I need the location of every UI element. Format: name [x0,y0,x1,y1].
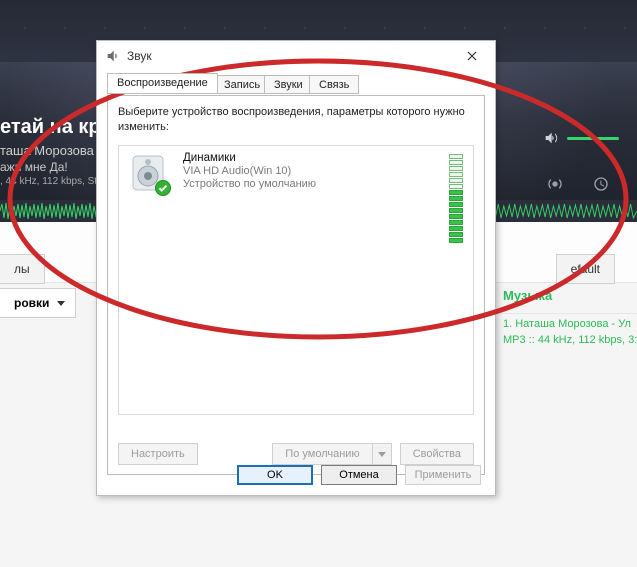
clock-icon[interactable] [593,176,609,192]
device-default-label: Устройство по умолчанию [183,178,449,190]
toolbar-files-button[interactable]: лы [0,254,45,284]
caret-down-icon [57,301,65,306]
player-controls-right [543,130,619,146]
level-meter [449,154,463,243]
toolbar-left-group: лы [0,254,45,284]
level-segment [449,190,463,195]
device-name: Динамики [183,152,449,164]
device-list[interactable]: Динамики VIA HD Audio(Win 10) Устройство… [118,145,474,415]
playlist-item-meta: MP3 :: 44 kHz, 112 kbps, 3: [497,330,637,346]
sort-button-label: ровки [14,296,49,310]
tab-communications[interactable]: Связь [309,75,359,94]
playlist-heading: Музыка [497,282,637,314]
dialog-title: Звук [127,49,455,63]
speaker-icon [105,48,121,64]
screenshot-stage: етай на крыл... таша Морозова ажи мне Да… [0,0,637,567]
toolbar-right-group: efault [556,254,615,284]
dialog-button-row: OK Отмена Применить [237,465,481,485]
playlist-panel: Музыка 1. Наташа Морозова - Ул MP3 :: 44… [497,282,637,346]
level-segment [449,160,463,165]
waveform-left[interactable] [0,200,100,222]
volume-control[interactable] [543,130,619,146]
player-secondary-icons [547,176,609,192]
tab-recording[interactable]: Запись [214,75,270,94]
checkmark-badge-icon [155,180,171,196]
level-segment [449,166,463,171]
tab-playback[interactable]: Воспроизведение [107,73,218,94]
playlist-item-title[interactable]: 1. Наташа Морозова - Ул [497,314,637,330]
level-segment [449,196,463,201]
sort-group: ровки [0,288,76,318]
dialog-titlebar[interactable]: Звук [97,41,495,71]
waveform-right[interactable] [490,200,637,222]
apply-button[interactable]: Применить [405,465,481,485]
level-segment [449,178,463,183]
properties-button[interactable]: Свойства [400,443,474,465]
close-icon [467,51,477,61]
level-segment [449,172,463,177]
broadcast-icon[interactable] [547,176,563,192]
device-speaker-icon [127,152,175,196]
set-default-button[interactable]: По умолчанию [272,443,371,465]
level-segment [449,154,463,159]
panel-instruction: Выберите устройство воспроизведения, пар… [118,105,474,135]
level-segment [449,214,463,219]
level-segment [449,238,463,243]
tab-sounds[interactable]: Звуки [264,75,313,94]
device-row[interactable]: Динамики VIA HD Audio(Win 10) Устройство… [119,146,473,251]
panel-action-row: Настроить По умолчанию Свойства [118,443,474,465]
level-segment [449,184,463,189]
sound-dialog: Звук Воспроизведение Запись Звуки Связь … [96,40,496,496]
set-default-split-button[interactable]: По умолчанию [272,443,391,465]
close-button[interactable] [455,44,489,68]
level-segment [449,232,463,237]
level-segment [449,202,463,207]
caret-down-icon [378,452,386,457]
tab-strip: Воспроизведение Запись Звуки Связь [107,73,485,95]
level-segment [449,226,463,231]
ok-button[interactable]: OK [237,465,313,485]
volume-bar[interactable] [567,137,619,140]
level-segment [449,220,463,225]
cancel-button[interactable]: Отмена [321,465,397,485]
tab-panel: Выберите устройство воспроизведения, пар… [107,95,485,475]
toolbar-default-button[interactable]: efault [556,254,615,284]
volume-icon [543,130,559,146]
level-segment [449,208,463,213]
set-default-caret[interactable] [372,443,392,465]
device-driver: VIA HD Audio(Win 10) [183,165,449,177]
sort-button[interactable]: ровки [0,288,76,318]
configure-button[interactable]: Настроить [118,443,198,465]
